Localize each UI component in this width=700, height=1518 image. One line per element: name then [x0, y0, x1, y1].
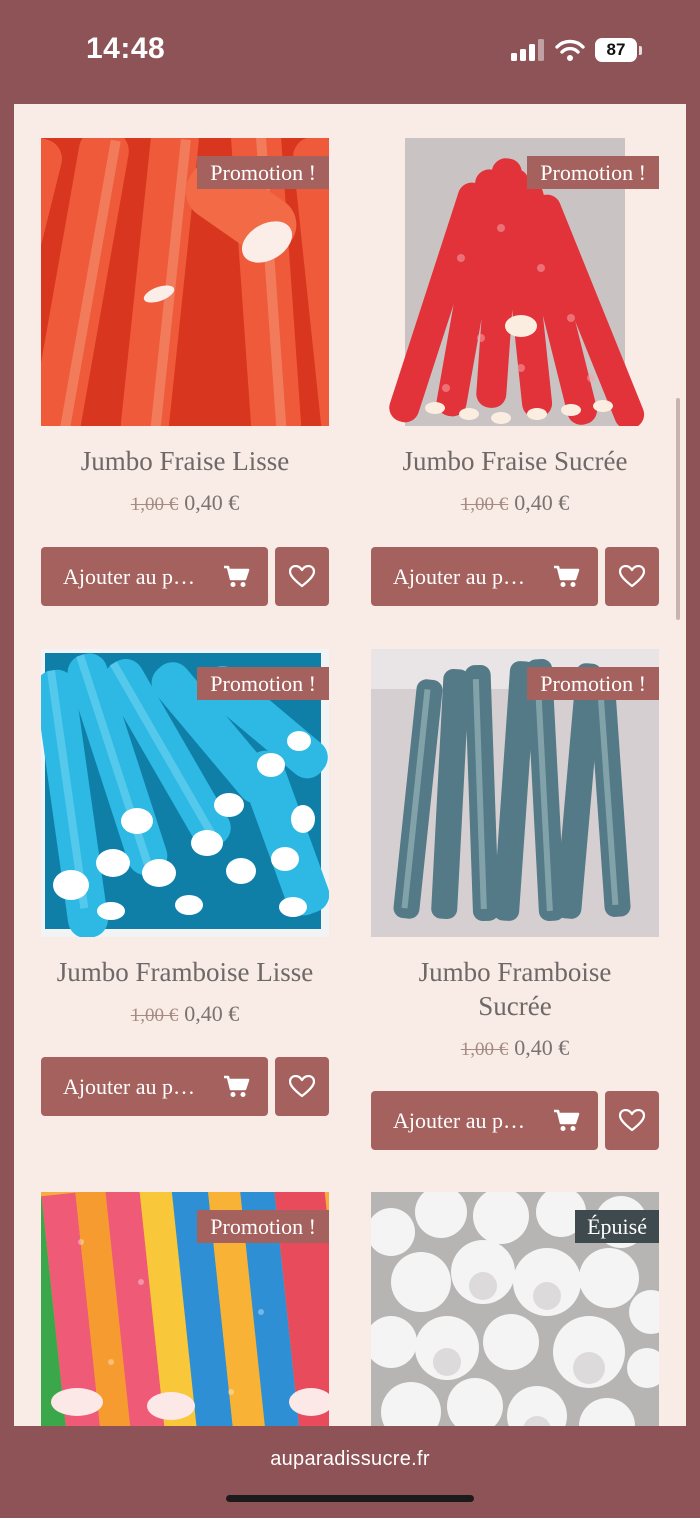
sale-price: 0,40 € [184, 1001, 240, 1026]
cart-icon [554, 565, 580, 587]
promotion-badge: Promotion ! [527, 667, 659, 700]
product-title[interactable]: Jumbo Fraise Lisse [41, 444, 329, 478]
product-price: 1,00 €0,40 € [371, 1035, 659, 1061]
product-price: 1,00 €0,40 € [41, 490, 329, 516]
add-to-cart-button[interactable]: Ajouter au p… [41, 1057, 268, 1116]
heart-icon [289, 1075, 315, 1098]
url-field[interactable]: auparadissucre.fr [0, 1448, 700, 1471]
wishlist-button[interactable] [605, 547, 659, 606]
cellular-signal-icon [511, 39, 544, 61]
product-image[interactable]: Promotion ! [371, 138, 659, 426]
old-price: 1,00 € [130, 494, 179, 515]
heart-icon [619, 1109, 645, 1132]
product-title[interactable]: Jumbo Framboise Sucrée [371, 955, 659, 1023]
wishlist-button[interactable] [275, 547, 329, 606]
browser-bottom-bar: auparadissucre.fr [0, 1426, 700, 1518]
add-to-cart-button[interactable]: Ajouter au p… [41, 547, 268, 606]
add-to-cart-label: Ajouter au p… [63, 1073, 195, 1099]
promotion-badge: Promotion ! [197, 1210, 329, 1243]
product-image[interactable]: Promotion ! [371, 649, 659, 937]
status-time: 14:48 [86, 32, 166, 65]
product-title[interactable]: Jumbo Framboise Lisse [41, 955, 329, 989]
product-image[interactable]: Promotion ! [41, 1192, 329, 1426]
product-image[interactable]: Épuisé [371, 1192, 659, 1426]
home-indicator[interactable] [226, 1495, 474, 1502]
product-grid[interactable]: Promotion ! Jumbo Fraise Lisse 1,00 €0,4… [14, 104, 686, 1426]
product-price: 1,00 €0,40 € [371, 490, 659, 516]
battery-level: 87 [595, 38, 637, 62]
add-to-cart-label: Ajouter au p… [393, 1107, 525, 1133]
status-icons: 87 [511, 38, 642, 62]
heart-icon [619, 565, 645, 588]
wishlist-button[interactable] [605, 1091, 659, 1150]
sale-price: 0,40 € [184, 490, 240, 515]
product-image[interactable]: Promotion ! [41, 649, 329, 937]
sale-price: 0,40 € [514, 490, 570, 515]
promotion-badge: Promotion ! [527, 156, 659, 189]
cart-icon [224, 565, 250, 587]
battery-icon: 87 [595, 38, 642, 62]
cart-icon [554, 1109, 580, 1131]
wishlist-button[interactable] [275, 1057, 329, 1116]
old-price: 1,00 € [460, 494, 509, 515]
old-price: 1,00 € [130, 1005, 179, 1026]
cart-icon [224, 1075, 250, 1097]
add-to-cart-button[interactable]: Ajouter au p… [371, 547, 598, 606]
add-to-cart-button[interactable]: Ajouter au p… [371, 1091, 598, 1150]
promotion-badge: Promotion ! [197, 667, 329, 700]
wifi-icon [555, 39, 585, 61]
promotion-badge: Promotion ! [197, 156, 329, 189]
sale-price: 0,40 € [514, 1035, 570, 1060]
add-to-cart-label: Ajouter au p… [63, 563, 195, 589]
product-image[interactable]: Promotion ! [41, 138, 329, 426]
heart-icon [289, 565, 315, 588]
out-of-stock-badge: Épuisé [575, 1210, 659, 1243]
product-title[interactable]: Jumbo Fraise Sucrée [371, 444, 659, 478]
add-to-cart-label: Ajouter au p… [393, 563, 525, 589]
old-price: 1,00 € [460, 1039, 509, 1060]
status-bar: 14:48 87 [0, 0, 700, 104]
product-price: 1,00 €0,40 € [41, 1001, 329, 1027]
scrollbar[interactable] [676, 398, 680, 620]
